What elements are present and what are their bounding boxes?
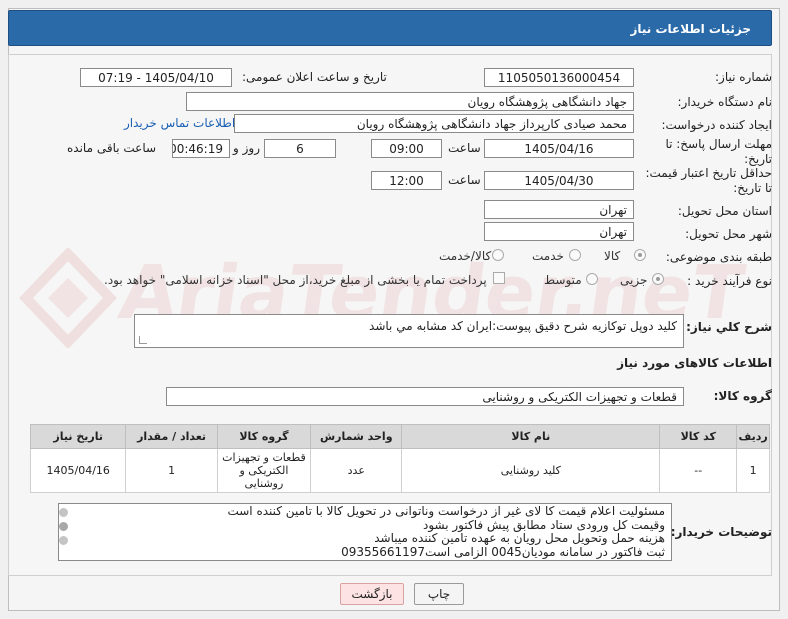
overall-desc-field[interactable]: کليد دوپل توکازيه شرح دقيق پيوست:ايران ک… bbox=[134, 314, 684, 348]
back-button[interactable]: بازگشت bbox=[340, 583, 404, 605]
category-option-both: کالا/خدمت bbox=[439, 249, 492, 263]
buyer-note-line: وقیمت کل ورودی ستاد مطابق پیش فاکتور بشو… bbox=[422, 517, 665, 532]
deadline-label-line1: مهلت ارسال پاسخ: تا bbox=[665, 137, 772, 151]
table-row[interactable]: 1 -- کلید روشنایی عدد قطعات و تجهیزات ال… bbox=[29, 448, 770, 493]
category-radio-both[interactable] bbox=[492, 249, 504, 261]
treasury-checkbox-label: پرداخت تمام یا بخشی از مبلغ خرید،از محل … bbox=[104, 273, 487, 287]
col-header-date: تاریخ نیاز bbox=[29, 424, 127, 449]
scroll-dot-icon bbox=[59, 508, 68, 517]
col-header-qty: تعداد / مقدار bbox=[125, 424, 218, 449]
buyer-note-line: هزینه حمل وتحویل محل رویان به عهده تامین… bbox=[374, 531, 665, 545]
price-validity-date-field[interactable]: 1405/04/30 bbox=[484, 171, 634, 190]
days-label: روز و bbox=[233, 141, 260, 155]
cell-group: قطعات و تجهیزات الکتریکی و روشنایی bbox=[216, 448, 312, 493]
print-button[interactable]: چاپ bbox=[414, 583, 464, 605]
col-header-group: گروه کالا bbox=[216, 424, 312, 449]
category-radio-service[interactable] bbox=[569, 249, 581, 261]
need-number-label: شماره نیاز: bbox=[715, 70, 772, 84]
category-radio-goods[interactable] bbox=[634, 249, 646, 261]
price-validity-time-field[interactable]: 12:00 bbox=[371, 171, 442, 190]
price-validity-label-line1: حداقل تاریخ اعتبار قیمت: bbox=[645, 166, 772, 180]
delivery-city-label: شهر محل تحویل: bbox=[685, 227, 772, 241]
cell-row: 1 bbox=[736, 448, 770, 493]
scroll-dot-icon bbox=[59, 536, 68, 545]
buyer-org-label: نام دستگاه خریدار: bbox=[677, 95, 773, 109]
delivery-province-label: استان محل تحویل: bbox=[677, 204, 772, 218]
goods-table-header: ردیف کد کالا نام کالا واحد شمارش گروه کا… bbox=[29, 424, 770, 449]
watermark-logo bbox=[19, 248, 117, 348]
remaining-time-field[interactable]: 00:46:19 bbox=[172, 139, 230, 158]
buyer-notes-field[interactable]: مسئولیت اعلام قیمت کا لای غیر از درخواست… bbox=[58, 503, 672, 561]
category-option-goods: کالا bbox=[604, 249, 621, 263]
cell-code: -- bbox=[659, 448, 738, 493]
buyer-note-line: ثبت فاکتور در سامانه مودیان0045 الزامی ا… bbox=[341, 544, 665, 559]
category-option-service: خدمت bbox=[532, 249, 564, 263]
col-header-name: نام کالا bbox=[401, 424, 661, 449]
buyer-org-field[interactable]: جهاد دانشگاهی پژوهشگاه رویان bbox=[186, 92, 634, 111]
requester-label: ایجاد کننده درخواست: bbox=[661, 118, 772, 132]
price-validity-label-line2: تا تاریخ: bbox=[733, 181, 772, 195]
announce-label: تاریخ و ساعت اعلان عمومی: bbox=[242, 70, 387, 84]
col-header-row: ردیف bbox=[736, 424, 770, 449]
buyer-notes-label: توضیحات خریدار: bbox=[670, 525, 772, 539]
cell-date: 1405/04/16 bbox=[29, 448, 127, 493]
deadline-time-field[interactable]: 09:00 bbox=[371, 139, 442, 158]
goods-group-label: گروه کالا: bbox=[713, 389, 772, 403]
need-number-field[interactable]: 1105050136000454 bbox=[484, 68, 634, 87]
buyer-note-line: مسئولیت اعلام قیمت کا لای غیر از درخواست… bbox=[227, 504, 665, 518]
treasury-checkbox[interactable] bbox=[493, 272, 505, 284]
purchase-option-minor: جزیی bbox=[620, 273, 648, 287]
deadline-date-field[interactable]: 1405/04/16 bbox=[484, 139, 634, 158]
delivery-province-field[interactable]: تهران bbox=[484, 200, 634, 219]
overall-desc-label: شرح کلي نياز: bbox=[686, 320, 772, 334]
deadline-label-line2: تاریخ: bbox=[744, 152, 772, 166]
purchase-radio-medium[interactable] bbox=[586, 273, 598, 285]
deadline-time-label: ساعت bbox=[448, 141, 481, 155]
goods-section-title: اطلاعات کالاهای مورد نیاز bbox=[617, 356, 772, 370]
purchase-option-medium: متوسط bbox=[544, 273, 582, 287]
scroll-dot-icon bbox=[59, 522, 68, 531]
remaining-label: ساعت باقی مانده bbox=[67, 141, 157, 155]
price-validity-time-label: ساعت bbox=[448, 173, 481, 187]
requester-field[interactable]: محمد صیادی کارپرداز جهاد دانشگاهی پژوهشگ… bbox=[234, 114, 634, 133]
cell-name: کلید روشنایی bbox=[401, 448, 661, 493]
purchase-type-label: نوع فرآیند خرید : bbox=[687, 274, 772, 288]
buyer-contact-link[interactable]: اطلاعات تماس خریدار bbox=[124, 116, 235, 130]
cell-qty: 1 bbox=[125, 448, 218, 493]
days-field[interactable]: 6 bbox=[264, 139, 336, 158]
notes-scrollbar[interactable] bbox=[58, 504, 72, 560]
col-header-code: کد کالا bbox=[659, 424, 738, 449]
resize-handle-icon[interactable] bbox=[139, 336, 147, 344]
goods-table: ردیف کد کالا نام کالا واحد شمارش گروه کا… bbox=[29, 424, 770, 493]
window-title: جزئیات اطلاعات نیاز bbox=[8, 10, 772, 46]
cell-unit: عدد bbox=[310, 448, 403, 493]
announce-field[interactable]: 1405/04/10 - 07:19 bbox=[80, 68, 232, 87]
delivery-city-field[interactable]: تهران bbox=[484, 222, 634, 241]
col-header-unit: واحد شمارش bbox=[310, 424, 403, 449]
category-label: طبقه بندی موضوعی: bbox=[665, 250, 772, 264]
goods-group-field[interactable]: قطعات و تجهیزات الکتریکی و روشنایی bbox=[166, 387, 684, 406]
overall-desc-text: کليد دوپل توکازيه شرح دقيق پيوست:ايران ک… bbox=[369, 319, 677, 333]
purchase-radio-minor[interactable] bbox=[652, 273, 664, 285]
